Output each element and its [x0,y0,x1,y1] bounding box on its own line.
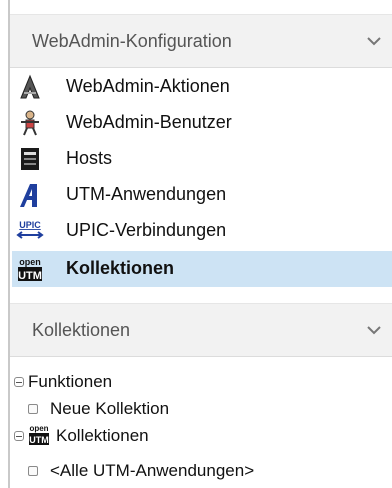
tree-node-label: Kollektionen [56,426,149,445]
host-icon [21,148,39,170]
tree-node-label: Funktionen [28,372,113,391]
svg-text:UTM: UTM [29,435,49,445]
nav-item-utm-applications[interactable]: UTM-Anwendungen [12,177,392,213]
tree-item-label: Neue Kollektion [50,399,170,418]
leaf-node-icon [28,404,38,414]
svg-text:open: open [29,424,48,433]
collapse-toggle-icon[interactable] [14,377,24,387]
panel-title: WebAdmin-Konfiguration [32,31,232,51]
nav-item-label: Kollektionen [66,258,175,278]
nav-item-label: WebAdmin-Aktionen [66,76,230,96]
tree-item-all-utm-applications[interactable]: <Alle UTM-Anwendungen> [14,459,392,485]
svg-text:UTM: UTM [18,270,42,282]
utm-application-icon [20,184,37,207]
upic-icon: UPIC [16,220,44,239]
leaf-node-icon [28,466,38,476]
nav-item-label: UTM-Anwendungen [66,184,227,204]
nav-item-upic-connections[interactable]: UPIC UPIC-Verbindungen [12,213,392,249]
panel-header-collections[interactable]: Kollektionen [10,303,392,357]
nav-item-webadmin-users[interactable]: WebAdmin-Benutzer [12,105,392,141]
nav-item-label: WebAdmin-Benutzer [66,112,232,132]
chevron-down-icon[interactable] [366,324,382,336]
openutm-icon: open UTM [18,257,42,282]
panel-title: Kollektionen [32,320,131,340]
collapse-toggle-icon[interactable] [14,431,24,441]
svg-text:open: open [19,257,41,267]
nav-item-label: Hosts [66,148,113,168]
tree-item-new-collection[interactable]: Neue Kollektion [14,397,392,423]
user-icon [21,110,39,136]
chevron-down-icon[interactable] [366,35,382,47]
tree-node-collections[interactable]: open UTM Kollektionen [14,424,392,450]
tree-item-label: <Alle UTM-Anwendungen> [50,461,255,480]
openutm-icon: open UTM [29,424,49,445]
nav-item-webadmin-actions[interactable]: WebAdmin-Aktionen [12,69,392,105]
nav-item-hosts[interactable]: Hosts [12,141,392,177]
tree-node-functions[interactable]: Funktionen [14,370,392,396]
panel-header-webadmin-config[interactable]: WebAdmin-Konfiguration [10,14,392,68]
nav-item-label: UPIC-Verbindungen [66,220,227,240]
nav-item-collections[interactable]: open UTM Kollektionen [12,251,392,287]
actions-icon [20,74,40,99]
svg-text:UPIC: UPIC [19,220,41,230]
left-border [8,0,10,488]
